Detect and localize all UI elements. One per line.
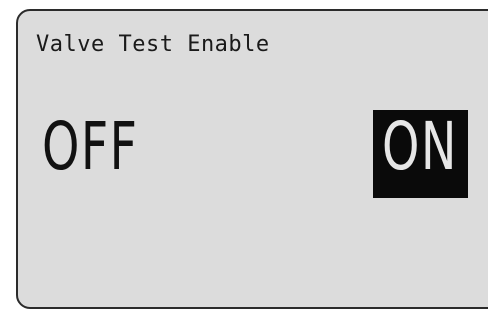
option-on[interactable]: ON: [382, 114, 458, 180]
option-off[interactable]: OFF: [42, 114, 138, 180]
setting-title: Valve Test Enable: [36, 32, 270, 57]
